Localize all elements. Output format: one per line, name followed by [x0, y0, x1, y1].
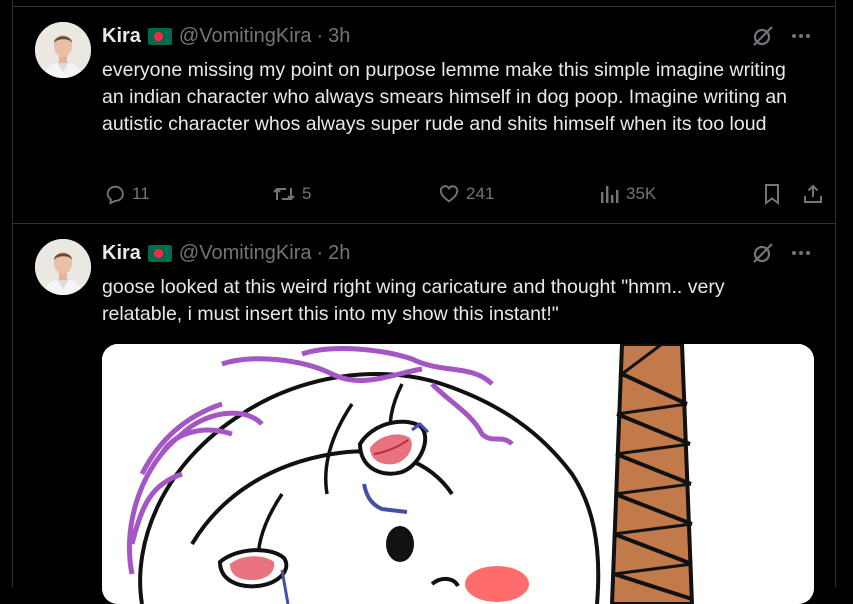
display-name[interactable]: Kira — [102, 242, 141, 265]
repost-button[interactable]: 5 — [272, 183, 311, 205]
repost-icon — [272, 183, 296, 205]
views-button[interactable]: 35K — [600, 183, 656, 205]
separator: · — [316, 24, 324, 47]
tweet-corner-actions — [751, 24, 811, 48]
bookmark-icon — [762, 183, 782, 205]
tweet-header: Kira @VomitingKira · 3h — [102, 24, 350, 48]
reply-count: 11 — [132, 184, 150, 203]
tweet-actions: 11 5 241 35K — [102, 183, 822, 207]
share-icon — [802, 183, 824, 205]
avatar[interactable] — [35, 22, 91, 78]
views-count: 35K — [626, 184, 657, 203]
like-button[interactable]: 241 — [438, 183, 494, 205]
separator: · — [316, 241, 324, 264]
tweet[interactable]: Kira @VomitingKira · 3h everyone missing… — [13, 7, 835, 224]
display-name[interactable]: Kira — [102, 25, 141, 48]
more-icon[interactable] — [791, 243, 811, 263]
grok-icon[interactable] — [751, 241, 775, 265]
tweet-text: goose looked at this weird right wing ca… — [102, 276, 725, 325]
like-count: 241 — [466, 184, 495, 203]
like-icon — [438, 183, 460, 205]
tweet-corner-actions — [751, 241, 811, 265]
reply-button[interactable]: 11 — [104, 183, 150, 205]
tweet-header: Kira @VomitingKira · 2h — [102, 241, 350, 265]
bookmark-button[interactable] — [762, 183, 782, 205]
tweet-text: everyone missing my point on purpose lem… — [102, 59, 788, 135]
grok-icon[interactable] — [751, 24, 775, 48]
more-icon[interactable] — [791, 26, 811, 46]
tweet-media-image[interactable] — [102, 344, 814, 604]
views-icon — [600, 183, 620, 205]
bangladesh-flag-icon — [147, 27, 172, 45]
timeline: Kira @VomitingKira · 3h everyone missing… — [12, 0, 836, 604]
handle[interactable]: @VomitingKira — [179, 242, 312, 265]
timestamp[interactable]: 2h — [328, 242, 350, 265]
avatar[interactable] — [35, 239, 91, 295]
reply-icon — [104, 183, 126, 205]
timestamp[interactable]: 3h — [328, 25, 350, 48]
bangladesh-flag-icon — [147, 244, 172, 262]
repost-count: 5 — [302, 184, 312, 203]
handle[interactable]: @VomitingKira — [179, 25, 312, 48]
share-button[interactable] — [802, 183, 824, 205]
tweet[interactable]: Kira @VomitingKira · 2h goose looked at … — [13, 224, 835, 604]
